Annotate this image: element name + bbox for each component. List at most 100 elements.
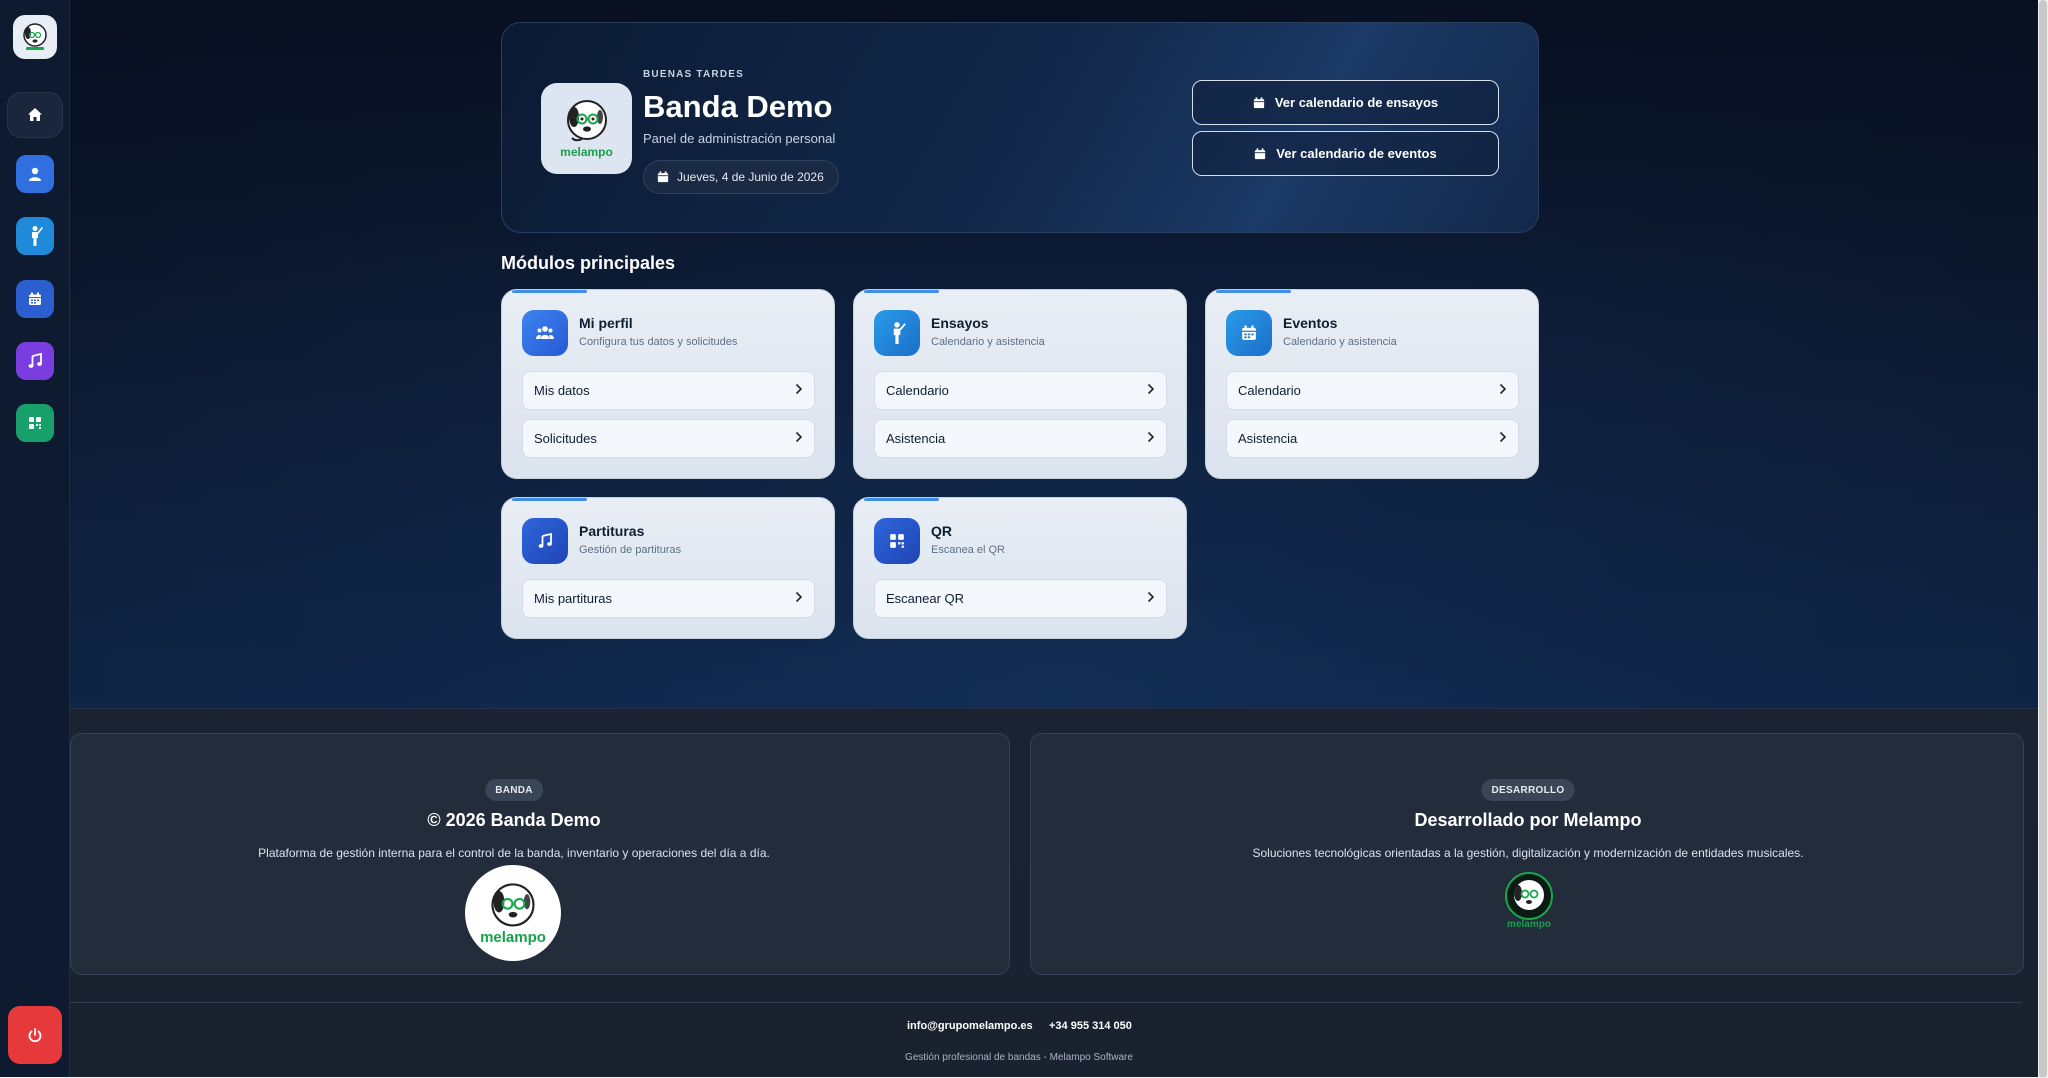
date-text: Jueves, 4 de Junio de 2026 — [677, 170, 824, 184]
qr-icon — [874, 518, 920, 564]
band-logo: melampo — [541, 83, 632, 174]
card-subtitle: Gestión de partituras — [579, 544, 682, 556]
footer-dev-card: DESARROLLO Desarrollado por Melampo Solu… — [1030, 733, 2024, 975]
users-icon — [522, 310, 568, 356]
qr-icon — [29, 417, 41, 429]
calendar-icon — [1253, 96, 1264, 108]
link-rehearsal-attendance[interactable]: Asistencia — [874, 419, 1167, 458]
card-title: QR — [931, 523, 952, 539]
sidebar-item-home[interactable] — [7, 92, 63, 138]
card-subtitle: Calendario y asistencia — [931, 336, 1045, 348]
card-subtitle: Calendario y asistencia — [1283, 336, 1397, 348]
scrollbar-track[interactable] — [2038, 0, 2048, 1078]
chevron-right-icon — [1147, 431, 1155, 446]
link-my-scores[interactable]: Mis partituras — [522, 579, 815, 618]
home-icon — [28, 108, 42, 121]
card-accent — [864, 290, 939, 293]
band-footer-text: Plataforma de gestión interna para el co… — [258, 846, 770, 860]
sidebar-item-rehearsals[interactable] — [16, 217, 54, 255]
calendar-icon — [1255, 147, 1266, 159]
link-label: Asistencia — [1238, 431, 1298, 446]
link-label: Asistencia — [886, 431, 946, 446]
welcome-panel: melampo BUENAS TARDES Banda Demo Panel d… — [501, 22, 1539, 233]
dog-logo-icon — [491, 882, 535, 927]
dog-logo-icon — [566, 100, 607, 142]
melampo-logo-text: melampo — [1507, 919, 1551, 930]
melampo-logo: melampo — [1501, 871, 1557, 939]
user-icon — [29, 167, 41, 181]
greeting: BUENAS TARDES — [643, 69, 744, 80]
date-badge: Jueves, 4 de Junio de 2026 — [643, 160, 839, 194]
event-calendar-label: Ver calendario de eventos — [1276, 146, 1437, 161]
module-card-qr: QR Escanea el QR Escanear QR — [853, 497, 1187, 639]
card-accent — [864, 498, 939, 501]
band-logo-text: melampo — [480, 928, 546, 946]
music-icon — [522, 518, 568, 564]
card-accent — [512, 290, 587, 293]
conductor-icon — [32, 226, 43, 246]
modules-title: Módulos principales — [501, 253, 676, 273]
link-scan-qr[interactable]: Escanear QR — [874, 579, 1167, 618]
sidebar — [0, 0, 70, 1078]
rehearsal-calendar-button[interactable]: Ver calendario de ensayos — [1192, 80, 1499, 125]
card-title: Ensayos — [931, 315, 989, 331]
link-event-calendar[interactable]: Calendario — [1226, 371, 1519, 410]
footer-band-card: BANDA © 2026 Banda Demo Plataforma de ge… — [70, 733, 1010, 975]
power-icon — [28, 1028, 42, 1043]
link-label: Mis datos — [534, 383, 590, 398]
event-calendar-button[interactable]: Ver calendario de eventos — [1192, 131, 1499, 176]
link-label: Escanear QR — [886, 591, 965, 606]
chevron-right-icon — [795, 591, 803, 606]
module-card-rehearsals: Ensayos Calendario y asistencia Calendar… — [853, 289, 1187, 479]
dog-logo-icon — [23, 23, 47, 50]
conductor-icon — [874, 310, 920, 356]
calendar-icon — [29, 292, 41, 305]
module-card-events: Eventos Calendario y asistencia Calendar… — [1205, 289, 1539, 479]
link-label: Calendario — [1238, 383, 1301, 398]
sidebar-logo[interactable] — [13, 15, 57, 59]
dev-footer-text: Soluciones tecnológicas orientadas a la … — [1252, 846, 1804, 860]
sidebar-item-scores[interactable] — [16, 342, 54, 380]
module-card-profile: Mi perfil Configura tus datos y solicitu… — [501, 289, 835, 479]
chevron-right-icon — [795, 431, 803, 446]
module-card-scores: Partituras Gestión de partituras Mis par… — [501, 497, 835, 639]
chevron-right-icon — [1147, 591, 1155, 606]
footer-divider — [70, 1002, 2022, 1003]
link-label: Mis partituras — [534, 591, 613, 606]
link-event-attendance[interactable]: Asistencia — [1226, 419, 1519, 458]
band-logo-text: melampo — [560, 145, 613, 159]
phone-link[interactable]: +34 955 314 050 — [1049, 1020, 1132, 1032]
scrollbar-thumb[interactable] — [2039, 0, 2047, 1078]
link-label: Calendario — [886, 383, 949, 398]
sidebar-item-qr[interactable] — [16, 404, 54, 442]
music-icon — [28, 353, 42, 368]
calendar-icon — [1226, 310, 1272, 356]
chevron-right-icon — [1499, 431, 1507, 446]
sidebar-item-profile[interactable] — [16, 155, 54, 193]
dev-footer-title: Desarrollado por Melampo — [1414, 810, 1642, 830]
card-title: Partituras — [579, 523, 645, 539]
dev-badge: DESARROLLO — [1481, 779, 1575, 801]
card-accent — [512, 498, 587, 501]
card-title: Mi perfil — [579, 315, 633, 331]
calendar-icon — [657, 171, 669, 183]
band-footer-title: © 2026 Banda Demo — [427, 810, 601, 830]
card-subtitle: Escanea el QR — [931, 544, 1005, 556]
card-subtitle: Configura tus datos y solicitudes — [579, 336, 738, 348]
rehearsal-calendar-label: Ver calendario de ensayos — [1274, 95, 1439, 110]
dog-logo-icon — [1505, 872, 1553, 920]
link-my-data[interactable]: Mis datos — [522, 371, 815, 410]
page-title: Banda Demo — [643, 89, 833, 124]
email-link[interactable]: info@grupomelampo.es — [907, 1020, 1033, 1032]
copyright-text: Gestión profesional de bandas - Melampo … — [905, 1052, 1133, 1063]
card-title: Eventos — [1283, 315, 1338, 331]
chevron-right-icon — [1499, 383, 1507, 398]
link-requests[interactable]: Solicitudes — [522, 419, 815, 458]
card-accent — [1216, 290, 1291, 293]
chevron-right-icon — [795, 383, 803, 398]
page-subtitle: Panel de administración personal — [643, 131, 836, 146]
sidebar-item-events[interactable] — [16, 280, 54, 318]
link-label: Solicitudes — [534, 431, 597, 446]
link-rehearsal-calendar[interactable]: Calendario — [874, 371, 1167, 410]
logout-button[interactable] — [8, 1006, 62, 1064]
